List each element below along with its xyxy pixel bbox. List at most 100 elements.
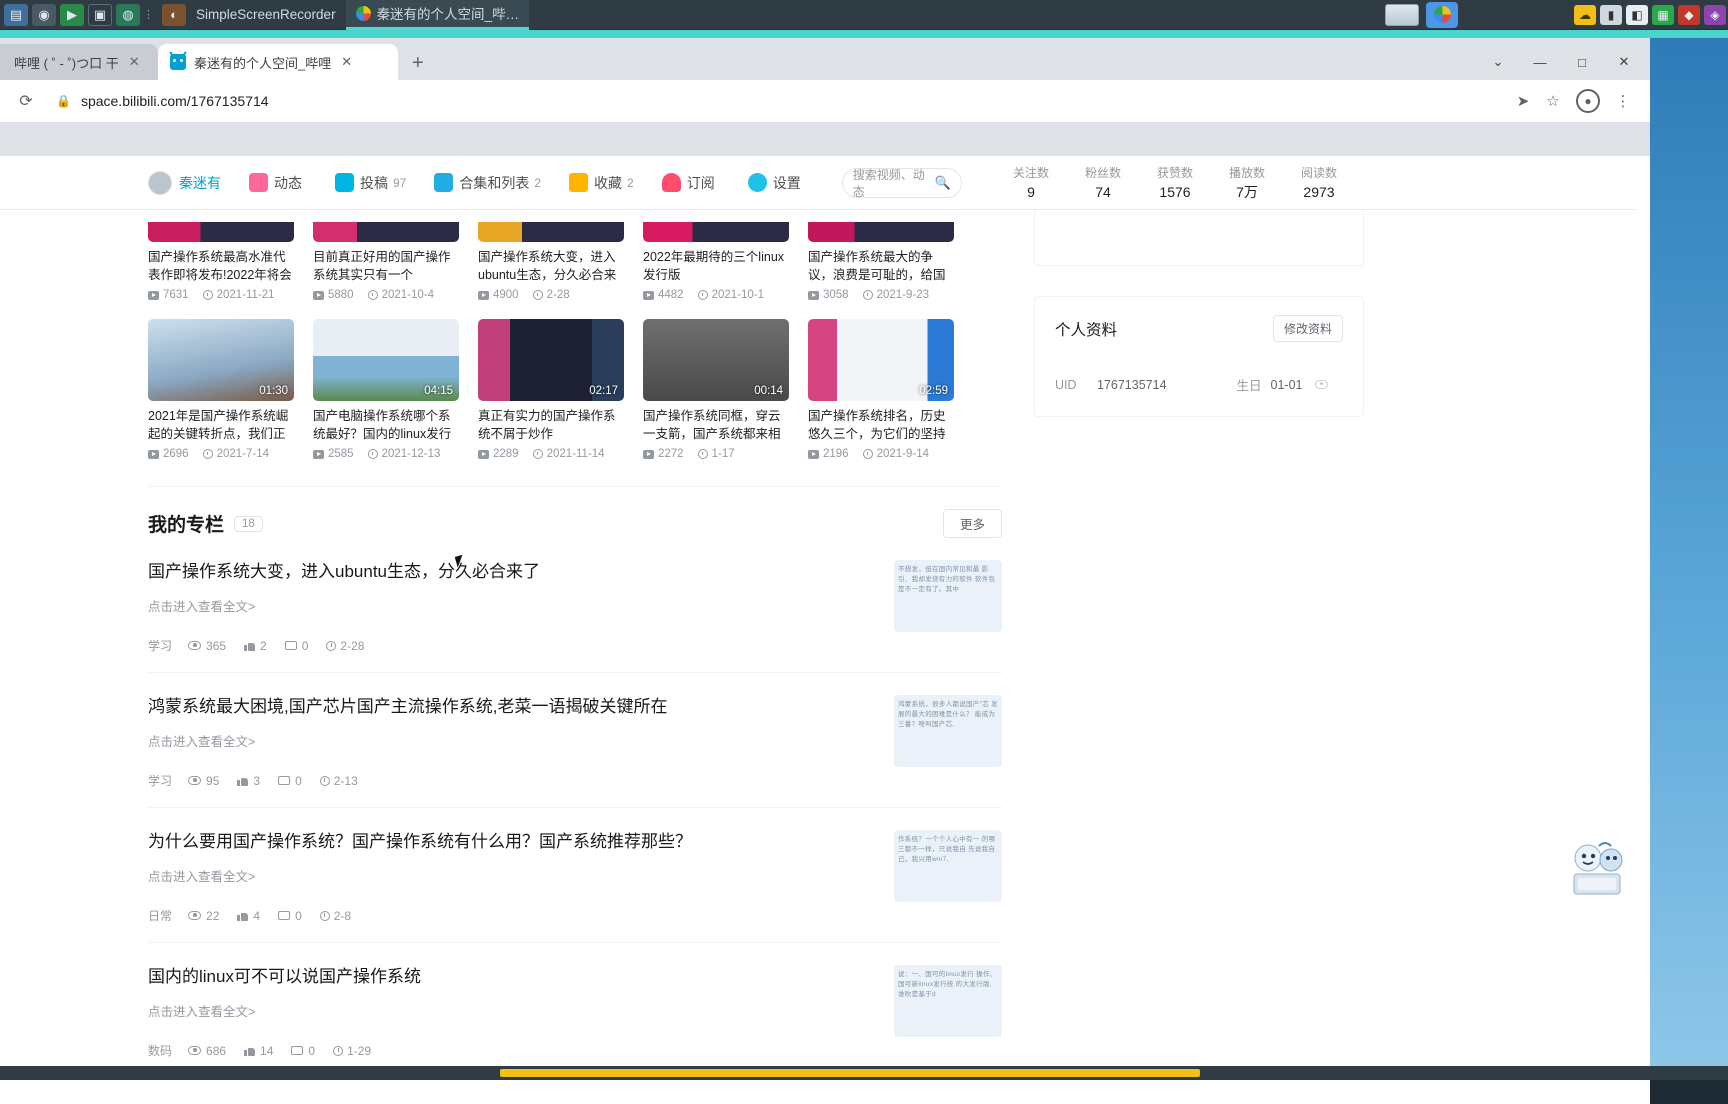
play-icon <box>148 291 159 300</box>
tab-close-icon[interactable]: ✕ <box>129 54 140 70</box>
article-title[interactable]: 鸿蒙系统最大困境,国产芯片国产主流操作系统,老菜一语揭破关键所在 <box>148 695 864 719</box>
chevron-down-icon[interactable]: ⌄ <box>1478 48 1518 76</box>
address-bar[interactable]: space.bilibili.com/1767135714 <box>81 93 1508 109</box>
taskbar-item-chrome[interactable]: 秦迷有的个人空间_哔… <box>346 0 530 30</box>
video-thumbnail[interactable]: 04:15 <box>313 319 459 401</box>
search-icon[interactable]: 🔍 <box>935 175 951 191</box>
minimize-button[interactable]: — <box>1520 48 1560 76</box>
taskbar-item-recorder[interactable]: SimpleScreenRecorder <box>186 0 346 30</box>
video-thumbnail[interactable] <box>808 222 954 242</box>
clock-icon <box>333 1046 343 1056</box>
tray-chrome-icon[interactable] <box>1426 2 1458 28</box>
clock-icon <box>863 449 873 459</box>
video-thumbnail[interactable]: 02:17 <box>478 319 624 401</box>
profile-icon[interactable]: ● <box>1576 89 1600 113</box>
video-title: 2021年是国产操作系统崛起的关键转折点，我们正在见证历 <box>148 407 294 443</box>
article-subtitle[interactable]: 点击进入查看全文> <box>148 866 864 885</box>
video-thumbnail[interactable]: 01:30 <box>148 319 294 401</box>
play-icon <box>808 291 819 300</box>
eye-icon <box>188 1046 201 1055</box>
monitor-icon[interactable]: ▤ <box>4 4 28 26</box>
edit-profile-button[interactable]: 修改资料 <box>1273 315 1343 342</box>
video-plays: 4900 <box>493 289 519 301</box>
search-input[interactable]: 搜索视频、动态 🔍 <box>842 168 962 198</box>
article-row[interactable]: 国内的linux可不可以说国产操作系统 点击进入查看全文> 数码 686 14 … <box>148 943 1002 1078</box>
article-title[interactable]: 国内的linux可不可以说国产操作系统 <box>148 965 864 989</box>
video-card[interactable]: 国产操作系统最高水准代表作即将发布!2022年将会是国产 7631 2021-1… <box>148 222 294 301</box>
tray-network-icon[interactable]: ▦ <box>1652 5 1674 25</box>
taskbar-item-label: SimpleScreenRecorder <box>196 7 336 22</box>
video-thumbnail[interactable] <box>148 222 294 242</box>
bilibili-favicon <box>170 54 186 70</box>
stat-label: 阅读数 <box>1293 164 1345 182</box>
player-icon[interactable]: ▶ <box>60 4 84 26</box>
stat-plays: 播放数 7万 <box>1221 164 1273 202</box>
tray-preview[interactable] <box>1385 4 1419 26</box>
maximize-button[interactable]: □ <box>1562 48 1602 76</box>
close-button[interactable]: ✕ <box>1604 48 1644 76</box>
tray-extra-icon[interactable]: ◈ <box>1704 5 1726 25</box>
video-card[interactable]: 00:14 国产操作系统同框，穿云一支箭，国产系统都来相见 2272 1-17 <box>643 319 789 460</box>
article-subtitle[interactable]: 点击进入查看全文> <box>148 1001 864 1020</box>
clock-icon <box>863 290 873 300</box>
nav-item-settings[interactable]: 设置 <box>748 173 806 193</box>
video-card[interactable]: 目前真正好用的国产操作系统其实只有一个 5880 2021-10-4 <box>313 222 459 301</box>
video-thumbnail[interactable]: 02:59 <box>808 319 954 401</box>
article-title[interactable]: 国产操作系统大变，进入ubuntu生态，分久必合来了 <box>148 560 864 584</box>
article-thumbnail[interactable]: 说：一、国可的linux发行 操作、国可新linux发行统 的大发行版, 谁吹是… <box>894 965 1002 1037</box>
globe-icon[interactable]: ◍ <box>116 4 140 26</box>
nav-item-dynamic[interactable]: 动态 <box>249 173 307 193</box>
article-row[interactable]: 为什么要用国产操作系统？国产操作系统有什么用？国产系统推荐那些？ 点击进入查看全… <box>148 808 1002 943</box>
article-row[interactable]: 国产操作系统大变，进入ubuntu生态，分久必合来了 点击进入查看全文> 学习 … <box>148 538 1002 673</box>
article-row[interactable]: 鸿蒙系统最大困境,国产芯片国产主流操作系统,老菜一语揭破关键所在 点击进入查看全… <box>148 673 1002 808</box>
video-thumbnail[interactable]: 00:14 <box>643 319 789 401</box>
nav-item-subscriptions[interactable]: 订阅 <box>662 173 720 193</box>
recorder-icon[interactable]: ◉ <box>32 4 56 26</box>
nav-item-collection[interactable]: 合集和列表 2 <box>434 173 541 193</box>
stat-value: 74 <box>1077 182 1129 202</box>
bookmark-star-icon[interactable]: ☆ <box>1538 86 1568 116</box>
browser-tab-2[interactable]: 秦迷有的个人空间_哔哩 ✕ <box>158 44 398 80</box>
video-thumbnail[interactable] <box>643 222 789 242</box>
nav-item-label: 设置 <box>773 173 801 193</box>
video-card[interactable]: 02:59 国产操作系统排名，历史悠久三个，为它们的坚持努力鼓 2196 202… <box>808 319 954 460</box>
article-comments: 0 <box>302 639 309 653</box>
nav-user[interactable]: 秦迷有 <box>148 171 221 195</box>
video-duration: 02:59 <box>919 385 948 397</box>
menu-icon[interactable]: ⋮ <box>1608 86 1638 116</box>
article-thumbnail[interactable]: 作系统？一个个人心中有一 的哪三都不一样，只说我自 先说我自己，我兴用win7, <box>894 830 1002 902</box>
terminal-icon[interactable]: ▣ <box>88 4 112 26</box>
video-card[interactable]: 国产操作系统最大的争议，浪费是可耻的，给国产操作系统 3058 2021-9-2… <box>808 222 954 301</box>
article-title[interactable]: 为什么要用国产操作系统？国产操作系统有什么用？国产系统推荐那些？ <box>148 830 864 854</box>
window-controls: ⌄ — □ ✕ <box>1478 48 1644 76</box>
video-card[interactable]: 01:30 2021年是国产操作系统崛起的关键转折点，我们正在见证历 2696 … <box>148 319 294 460</box>
article-subtitle[interactable]: 点击进入查看全文> <box>148 731 864 750</box>
video-thumbnail[interactable] <box>478 222 624 242</box>
tray-volume-icon[interactable]: ◧ <box>1626 5 1648 25</box>
article-thumbnail[interactable]: 鸿蒙系统，很多人都说国产"芯 发展的最大的困难是什么？ 能成为三番？啥叫国产芯, <box>894 695 1002 767</box>
tab-close-icon[interactable]: ✕ <box>341 54 352 70</box>
video-card[interactable]: 2022年最期待的三个linux发行版 4482 2021-10-1 <box>643 222 789 301</box>
new-tab-button[interactable]: + <box>412 52 424 75</box>
article-thumbnail[interactable]: 不想发，但在国内常见和最 影引、我却发烧有力的软件 软件包是不一定有了。其中 <box>894 560 1002 632</box>
nav-item-favorites[interactable]: 收藏 2 <box>569 173 634 193</box>
taskbar-divider: ⋮ <box>143 8 155 21</box>
nav-item-label: 投稿 <box>360 173 388 193</box>
video-card[interactable]: 04:15 国产电脑操作系统哪个系统最好？国内的linux发行版那个最 2585… <box>313 319 459 460</box>
eye-hidden-icon[interactable] <box>1315 380 1328 389</box>
video-date: 2021-9-23 <box>877 289 929 301</box>
reload-icon[interactable]: ⟳ <box>12 87 40 115</box>
app-icon[interactable]: ◐ <box>162 4 186 26</box>
tray-app-icon[interactable]: ◆ <box>1678 5 1700 25</box>
nav-item-upload[interactable]: 投稿 97 <box>335 173 406 193</box>
browser-tab-1[interactable]: 哔哩 ( ˚ - ˚)つ口 干 ✕ <box>0 44 158 80</box>
share-icon[interactable]: ➤ <box>1508 86 1538 116</box>
tray-battery-icon[interactable]: ▮ <box>1600 5 1622 25</box>
clock-icon <box>533 290 543 300</box>
article-subtitle[interactable]: 点击进入查看全文> <box>148 596 864 615</box>
video-card[interactable]: 02:17 真正有实力的国产操作系统不屑于炒作 2289 2021-11-14 <box>478 319 624 460</box>
video-card[interactable]: 国产操作系统大变，进入ubuntu生态，分久必合来了 4900 2-28 <box>478 222 624 301</box>
more-button[interactable]: 更多 <box>943 509 1002 538</box>
tray-cloud-icon[interactable]: ☁ <box>1574 5 1596 25</box>
video-thumbnail[interactable] <box>313 222 459 242</box>
